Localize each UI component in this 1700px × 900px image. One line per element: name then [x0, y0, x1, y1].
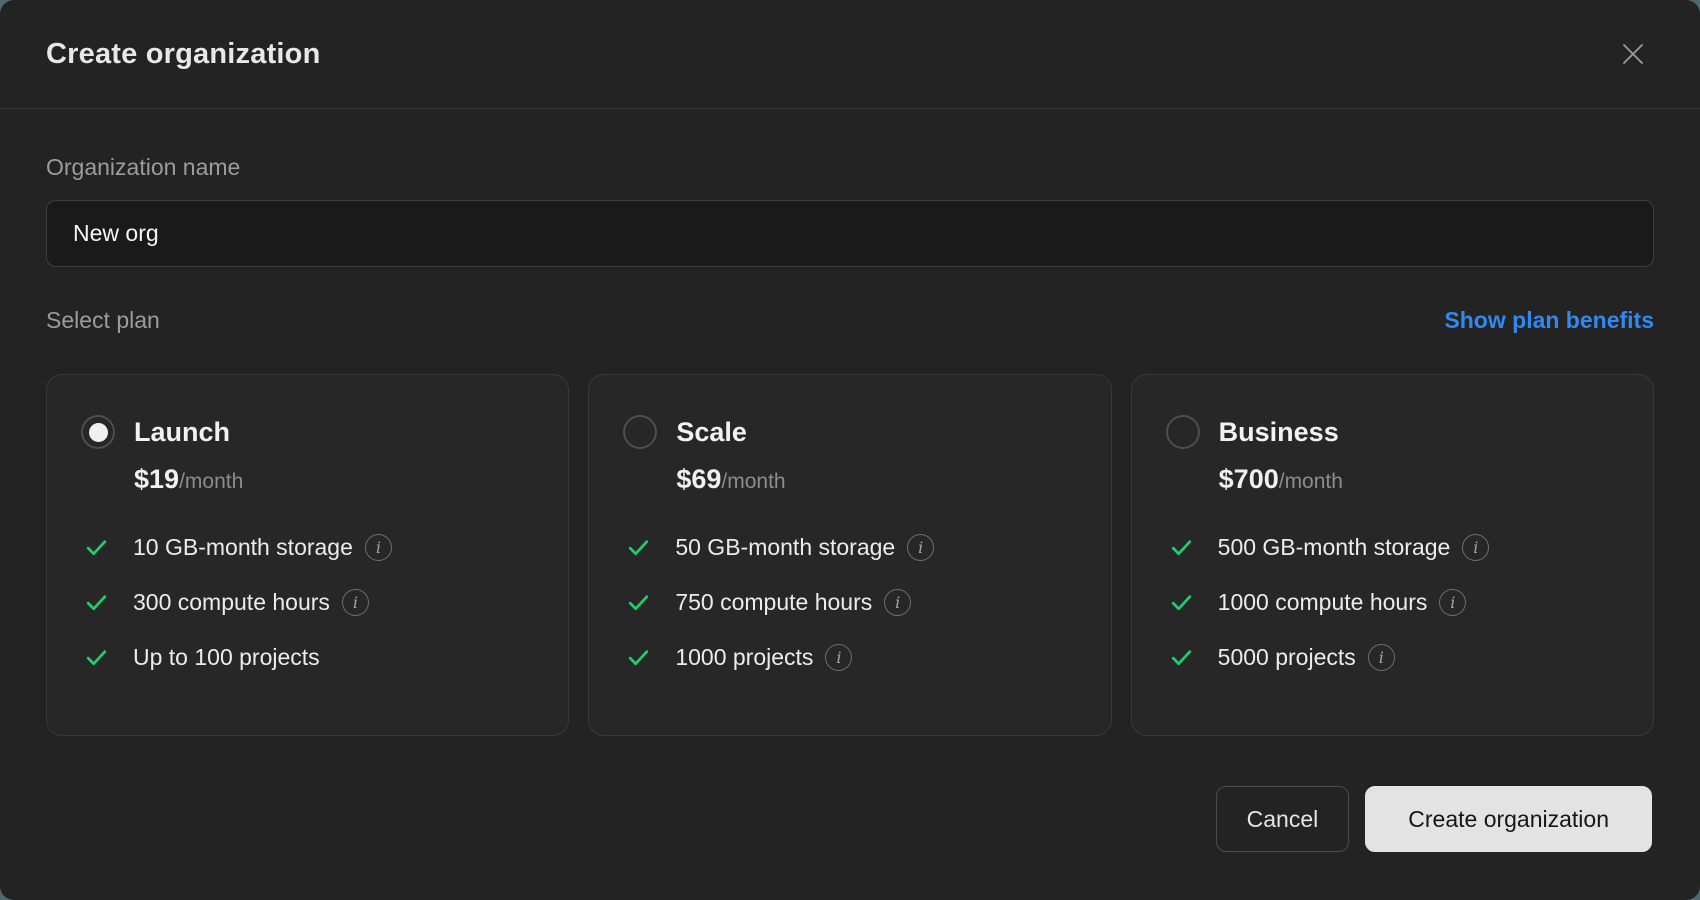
plan-head: Launch	[81, 415, 534, 449]
plan-card-scale[interactable]: Scale $69/month 50 GB-month storage i 75…	[588, 374, 1111, 736]
feature-row: 10 GB-month storage i	[81, 532, 534, 563]
feature-row: 1000 compute hours i	[1166, 587, 1619, 618]
close-icon	[1618, 39, 1648, 69]
price-amount: $19	[134, 464, 179, 494]
plan-name: Business	[1219, 417, 1339, 448]
price-period: /month	[1279, 470, 1343, 493]
price-period: /month	[179, 470, 243, 493]
plan-features: 500 GB-month storage i 1000 compute hour…	[1166, 532, 1619, 673]
info-icon[interactable]: i	[365, 534, 392, 561]
price-amount: $700	[1219, 464, 1279, 494]
feature-row: 5000 projects i	[1166, 642, 1619, 673]
info-icon[interactable]: i	[1462, 534, 1489, 561]
dialog-body: Organization name Select plan Show plan …	[0, 109, 1700, 786]
show-plan-benefits-link[interactable]: Show plan benefits	[1444, 307, 1654, 334]
info-icon[interactable]: i	[1368, 644, 1395, 671]
info-icon[interactable]: i	[825, 644, 852, 671]
feature-text: 750 compute hours	[675, 589, 872, 616]
radio-launch[interactable]	[81, 415, 115, 449]
plan-cards: Launch $19/month 10 GB-month storage i 3…	[46, 374, 1654, 736]
plan-card-business[interactable]: Business $700/month 500 GB-month storage…	[1131, 374, 1654, 736]
feature-row: 300 compute hours i	[81, 587, 534, 618]
plan-head: Scale	[623, 415, 1076, 449]
feature-text: 500 GB-month storage	[1218, 534, 1451, 561]
feature-row: 500 GB-month storage i	[1166, 532, 1619, 563]
checkmark-icon	[1169, 645, 1197, 670]
dialog-footer: Cancel Create organization	[0, 786, 1700, 900]
dialog-header: Create organization	[0, 0, 1700, 109]
checkmark-icon	[626, 535, 654, 560]
plan-head: Business	[1166, 415, 1619, 449]
info-icon[interactable]: i	[884, 589, 911, 616]
feature-text: 1000 projects	[675, 644, 813, 671]
dialog-title: Create organization	[46, 38, 321, 71]
price-period: /month	[721, 470, 785, 493]
org-name-input[interactable]	[46, 200, 1654, 267]
feature-row: Up to 100 projects	[81, 642, 534, 673]
plan-features: 10 GB-month storage i 300 compute hours …	[81, 532, 534, 673]
close-button[interactable]	[1612, 33, 1654, 75]
feature-text: 1000 compute hours	[1218, 589, 1428, 616]
checkmark-icon	[626, 645, 654, 670]
select-plan-row: Select plan Show plan benefits	[46, 307, 1654, 334]
feature-text: 50 GB-month storage	[675, 534, 895, 561]
info-icon[interactable]: i	[1439, 589, 1466, 616]
plan-name: Launch	[134, 417, 230, 448]
checkmark-icon	[84, 535, 112, 560]
info-icon[interactable]: i	[907, 534, 934, 561]
plan-price: $700/month	[1219, 464, 1619, 495]
checkmark-icon	[84, 645, 112, 670]
feature-text: 300 compute hours	[133, 589, 330, 616]
checkmark-icon	[1169, 535, 1197, 560]
org-name-label: Organization name	[46, 154, 1654, 181]
checkmark-icon	[1169, 590, 1197, 615]
cancel-button[interactable]: Cancel	[1216, 786, 1350, 852]
feature-row: 750 compute hours i	[623, 587, 1076, 618]
feature-text: Up to 100 projects	[133, 644, 320, 671]
feature-text: 10 GB-month storage	[133, 534, 353, 561]
info-icon[interactable]: i	[342, 589, 369, 616]
radio-scale[interactable]	[623, 415, 657, 449]
plan-card-launch[interactable]: Launch $19/month 10 GB-month storage i 3…	[46, 374, 569, 736]
plan-price: $19/month	[134, 464, 534, 495]
plan-price: $69/month	[676, 464, 1076, 495]
plan-features: 50 GB-month storage i 750 compute hours …	[623, 532, 1076, 673]
feature-text: 5000 projects	[1218, 644, 1356, 671]
radio-business[interactable]	[1166, 415, 1200, 449]
feature-row: 1000 projects i	[623, 642, 1076, 673]
plan-name: Scale	[676, 417, 747, 448]
checkmark-icon	[84, 590, 112, 615]
checkmark-icon	[626, 590, 654, 615]
select-plan-label: Select plan	[46, 307, 160, 334]
create-organization-dialog: Create organization Organization name Se…	[0, 0, 1700, 900]
price-amount: $69	[676, 464, 721, 494]
create-organization-button[interactable]: Create organization	[1365, 786, 1652, 852]
feature-row: 50 GB-month storage i	[623, 532, 1076, 563]
